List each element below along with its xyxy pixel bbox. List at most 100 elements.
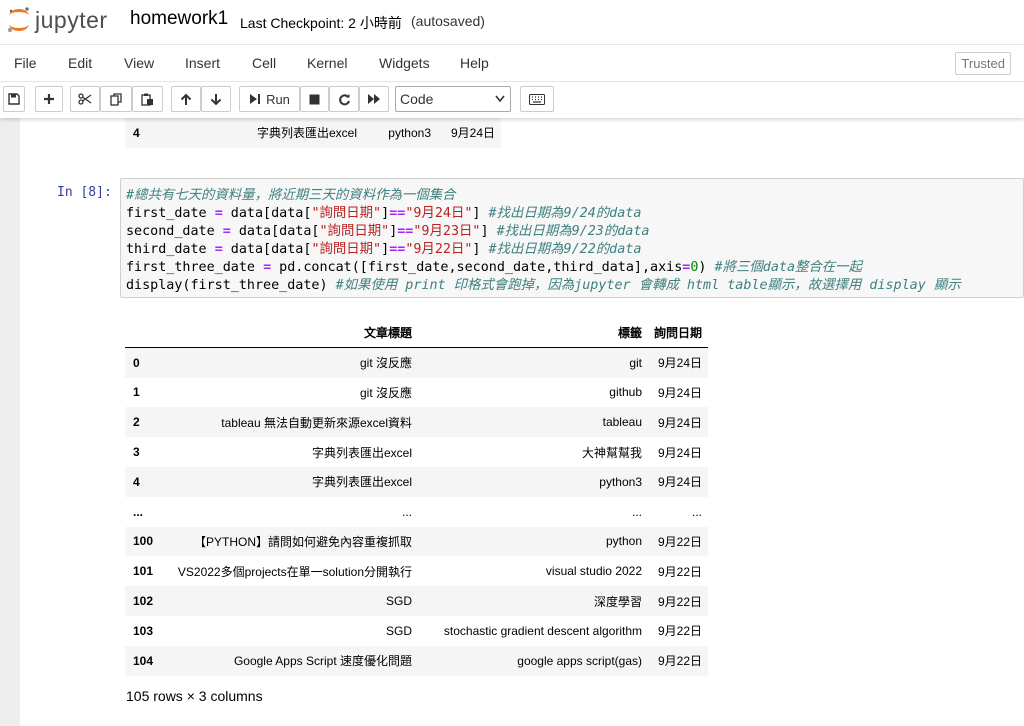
cell-title: SGD [385, 594, 412, 609]
cell-tag: python3 [599, 474, 642, 489]
dataframe-body: 0 git 沒反應 git 9月24日 1 git 沒反應 github 9月24日 2 tabl… [125, 347, 709, 676]
row-index: ... [133, 504, 144, 519]
trusted-indicator[interactable]: Trusted [955, 52, 1011, 75]
menu-kernel[interactable]: Kernel [307, 55, 347, 71]
cell-title: Google Apps Script 速度優化問題 [233, 654, 412, 669]
index-header [125, 318, 161, 349]
notebook-area[interactable]: 4 字典列表匯出excel python3 9月24日 In [8]: #總共有七天的… [0, 118, 1024, 726]
cell-tag: stochastic gradient descent algorithm [443, 623, 642, 638]
row-index: 104 [133, 653, 154, 668]
cut-button[interactable] [70, 86, 100, 112]
cell-title: 字典列表匯出excel [256, 126, 357, 141]
table-row: 2 tableau 無法自動更新來源excel資料 tableau 9月24日 [125, 407, 709, 438]
jupyter-logo[interactable]: jupyter [6, 5, 108, 35]
cell-title: git 沒反應 [359, 385, 412, 400]
cell-type-value: Code [400, 91, 434, 107]
cell-tag: google apps script(gas) [517, 653, 642, 668]
code-line: display(first_three_date) #如果使用 print 印格… [126, 278, 961, 293]
dataframe-output-table: 文章標題 標籤 詢問日期 0 git 沒反應 git 9月24日 1 git 沒反應 git… [125, 318, 709, 676]
cell-tag: python3 [388, 125, 431, 140]
cell-date: 9月22日 [657, 534, 703, 549]
cell-tag: 深度學習 [593, 594, 642, 609]
cell-title: 【PYTHON】請問如何避免內容重複抓取 [193, 534, 412, 549]
code-line: second_date = data[data["詢問日期"]=="9月23日"… [126, 224, 650, 239]
cell-title: VS2022多個projects在單一solution分開執行 [177, 564, 412, 579]
plus-icon [44, 94, 54, 104]
row-index: 101 [133, 564, 154, 579]
cell-date: 9月22日 [657, 564, 703, 579]
previous-output-table: 4 字典列表匯出excel python3 9月24日 [125, 118, 501, 148]
column-header-date: 詢問日期 [648, 318, 709, 349]
table-row: ............ [125, 497, 708, 527]
menu-insert[interactable]: Insert [185, 55, 220, 71]
table-row: 100 【PYTHON】請問如何避免內容重複抓取 python 9月22日 [125, 526, 709, 557]
cell-title: tableau 無法自動更新來源excel資料 [221, 415, 412, 430]
table-row: 104 Google Apps Script 速度優化問題 google apps … [125, 645, 709, 676]
row-index: 4 [133, 474, 140, 489]
cell-tag: tableau [602, 415, 642, 430]
table-row: 103 SGD stochastic gradient descent algori… [125, 616, 708, 646]
row-index: 100 [133, 534, 154, 549]
notebook-name[interactable]: homework1 [130, 8, 228, 30]
header: jupyter homework1 Last Checkpoint: 2 小時前… [0, 0, 1024, 44]
cell-date: 9月24日 [657, 356, 703, 371]
run-button[interactable]: Run [239, 86, 300, 112]
paste-button[interactable] [132, 86, 163, 112]
menubar: File Edit View Insert Cell Kernel Widget… [0, 44, 1024, 82]
restart-icon [338, 93, 350, 105]
logo-text: jupyter [35, 6, 108, 33]
cell-title: 字典列表匯出excel [311, 475, 412, 490]
table-row: 0 git 沒反應 git 9月24日 [125, 347, 709, 378]
checkpoint-status: Last Checkpoint: 2 小時前 [240, 15, 402, 31]
restart-kernel-button[interactable] [329, 86, 359, 112]
cell-tag: 大神幫幫我 [581, 445, 642, 460]
step-forward-icon [250, 94, 261, 104]
previous-output-body: 4 字典列表匯出excel python3 9月24日 [125, 118, 501, 148]
cell-tag: git [629, 355, 642, 370]
menu-view[interactable]: View [124, 55, 154, 71]
table-row: 4 字典列表匯出excel python3 9月24日 [125, 118, 501, 148]
cell-date: ... [692, 504, 703, 519]
code-cell-input[interactable]: #總共有七天的資料量，將近期三天的資料作為一個集合 first_date = da… [120, 178, 1024, 298]
code-line: #總共有七天的資料量，將近期三天的資料作為一個集合 [126, 188, 456, 203]
column-header-tag: 標籤 [418, 318, 648, 349]
table-row: 102 SGD 深度學習 9月22日 [125, 586, 709, 616]
cell-date: 9月24日 [657, 385, 703, 400]
cell-type-select[interactable]: Code [395, 86, 511, 112]
toolbar: Run Code [0, 82, 1024, 118]
cell-title: 字典列表匯出excel [311, 445, 412, 460]
cell-date: 9月24日 [657, 445, 703, 460]
menu-edit[interactable]: Edit [68, 55, 92, 71]
cell-prompt: In [8]: [57, 185, 112, 200]
cell-tag: ... [631, 504, 642, 519]
table-row: 4 字典列表匯出excel python3 9月24日 [125, 466, 709, 497]
save-button[interactable] [3, 86, 25, 112]
command-palette-button[interactable] [520, 86, 554, 112]
run-label: Run [266, 91, 290, 107]
dataframe-shape: 105 rows × 3 columns [126, 688, 263, 704]
row-index: 103 [133, 623, 154, 638]
move-up-button[interactable] [171, 86, 201, 112]
code-line: third_date = data[data["詢問日期"]=="9月22日"]… [126, 242, 642, 257]
scissors-icon [78, 93, 92, 105]
cell-title: git 沒反應 [359, 356, 412, 371]
cell-title: ... [401, 504, 412, 519]
menu-cell[interactable]: Cell [252, 55, 276, 71]
chevron-down-icon [494, 87, 506, 121]
cell-date: 9月22日 [657, 594, 703, 609]
restart-run-all-button[interactable] [359, 86, 389, 112]
interrupt-kernel-button[interactable] [300, 86, 329, 112]
row-index: 0 [133, 355, 140, 370]
insert-cell-button[interactable] [35, 86, 63, 112]
menu-widgets[interactable]: Widgets [379, 55, 430, 71]
cell-tag: visual studio 2022 [545, 564, 642, 579]
table-row: 1 git 沒反應 github 9月24日 [125, 378, 708, 408]
stop-icon [309, 94, 320, 104]
move-down-button[interactable] [201, 86, 231, 112]
row-index: 1 [133, 385, 140, 400]
row-index: 4 [133, 125, 140, 140]
menu-file[interactable]: File [14, 55, 37, 71]
cell-tag: python [605, 534, 642, 549]
copy-button[interactable] [100, 86, 132, 112]
menu-help[interactable]: Help [460, 55, 489, 71]
